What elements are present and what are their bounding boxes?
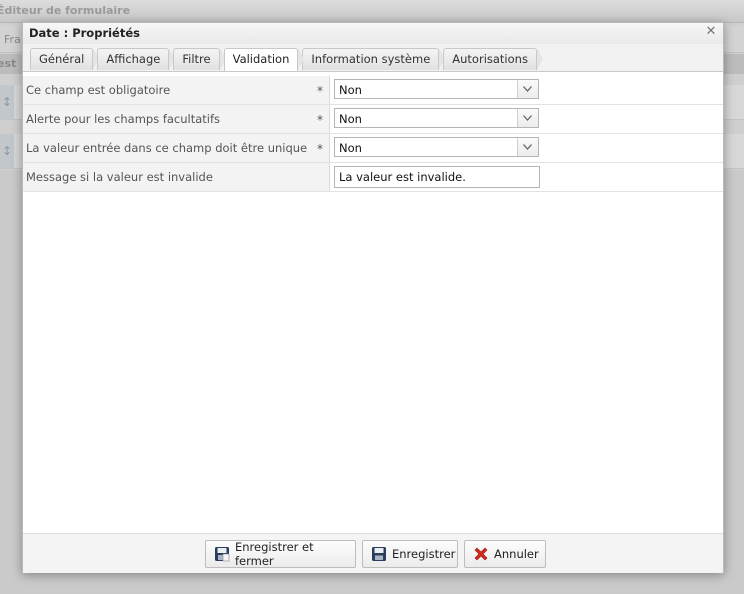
close-icon[interactable]: ✕ bbox=[703, 24, 719, 40]
select-value: Non bbox=[339, 83, 362, 97]
property-label: La valeur entrée dans ce champ doit être… bbox=[23, 134, 330, 162]
save-close-icon bbox=[214, 546, 230, 562]
property-label: Ce champ est obligatoire bbox=[23, 76, 330, 104]
required-asterisk: * bbox=[317, 113, 323, 127]
floppy-disk-icon bbox=[371, 546, 387, 562]
save-button[interactable]: Enregistrer bbox=[362, 540, 458, 568]
required-asterisk: * bbox=[317, 84, 323, 98]
background-toolbar-text: Fra bbox=[4, 33, 21, 46]
tab-validation[interactable]: Validation bbox=[223, 48, 305, 71]
property-row-optional-alert: Alerte pour les champs facultatifs * Non bbox=[23, 105, 723, 134]
property-row-required: Ce champ est obligatoire * Non bbox=[23, 76, 723, 105]
save-and-close-label: Enregistrer et fermer bbox=[235, 540, 314, 568]
background-window-title: Éditeur de formulaire bbox=[0, 4, 131, 17]
tab-bar: Général Affichage Filtre Validation Info… bbox=[23, 44, 723, 72]
property-label: Message si la valeur est invalide bbox=[23, 163, 330, 191]
required-asterisk: * bbox=[317, 142, 323, 156]
property-label: Alerte pour les champs facultatifs bbox=[23, 105, 330, 133]
save-and-close-button[interactable]: Enregistrer et fermer bbox=[205, 540, 356, 568]
unique-select[interactable]: Non bbox=[334, 137, 539, 157]
save-label: Enregistrer bbox=[392, 547, 456, 561]
select-value: Non bbox=[339, 141, 362, 155]
tab-affichage[interactable]: Affichage bbox=[97, 48, 176, 70]
chevron-down-icon[interactable] bbox=[517, 80, 538, 98]
background-header-text: est bbox=[0, 57, 17, 70]
property-grid: Ce champ est obligatoire * Non Alerte po… bbox=[23, 76, 723, 192]
tab-general[interactable]: Général bbox=[30, 48, 100, 70]
chevron-down-icon[interactable] bbox=[517, 138, 538, 156]
invalid-message-input[interactable]: La valeur est invalide. bbox=[334, 166, 540, 188]
cancel-label: Annuler bbox=[494, 547, 539, 561]
select-value: Non bbox=[339, 112, 362, 126]
cancel-button[interactable]: Annuler bbox=[464, 540, 546, 568]
required-select[interactable]: Non bbox=[334, 79, 539, 99]
dialog-header: Date : Propriétés ✕ bbox=[23, 23, 723, 45]
property-row-unique: La valeur entrée dans ce champ doit être… bbox=[23, 134, 723, 163]
tab-filtre[interactable]: Filtre bbox=[173, 48, 226, 70]
dialog-footer: Enregistrer et fermer Enregistrer Annule… bbox=[23, 533, 723, 573]
cancel-icon bbox=[473, 546, 489, 562]
dialog-title: Date : Propriétés bbox=[29, 26, 140, 40]
tab-autorisations[interactable]: Autorisations bbox=[443, 48, 543, 70]
optional-alert-select[interactable]: Non bbox=[334, 108, 539, 128]
drag-handle-icon: ↕ bbox=[0, 85, 14, 119]
tab-information-systeme[interactable]: Information système bbox=[302, 48, 446, 70]
drag-handle-icon: ↕ bbox=[0, 134, 14, 168]
property-row-invalid-message: Message si la valeur est invalide La val… bbox=[23, 163, 723, 192]
chevron-down-icon[interactable] bbox=[517, 109, 538, 127]
properties-dialog: Date : Propriétés ✕ Général Affichage Fi… bbox=[22, 22, 724, 573]
